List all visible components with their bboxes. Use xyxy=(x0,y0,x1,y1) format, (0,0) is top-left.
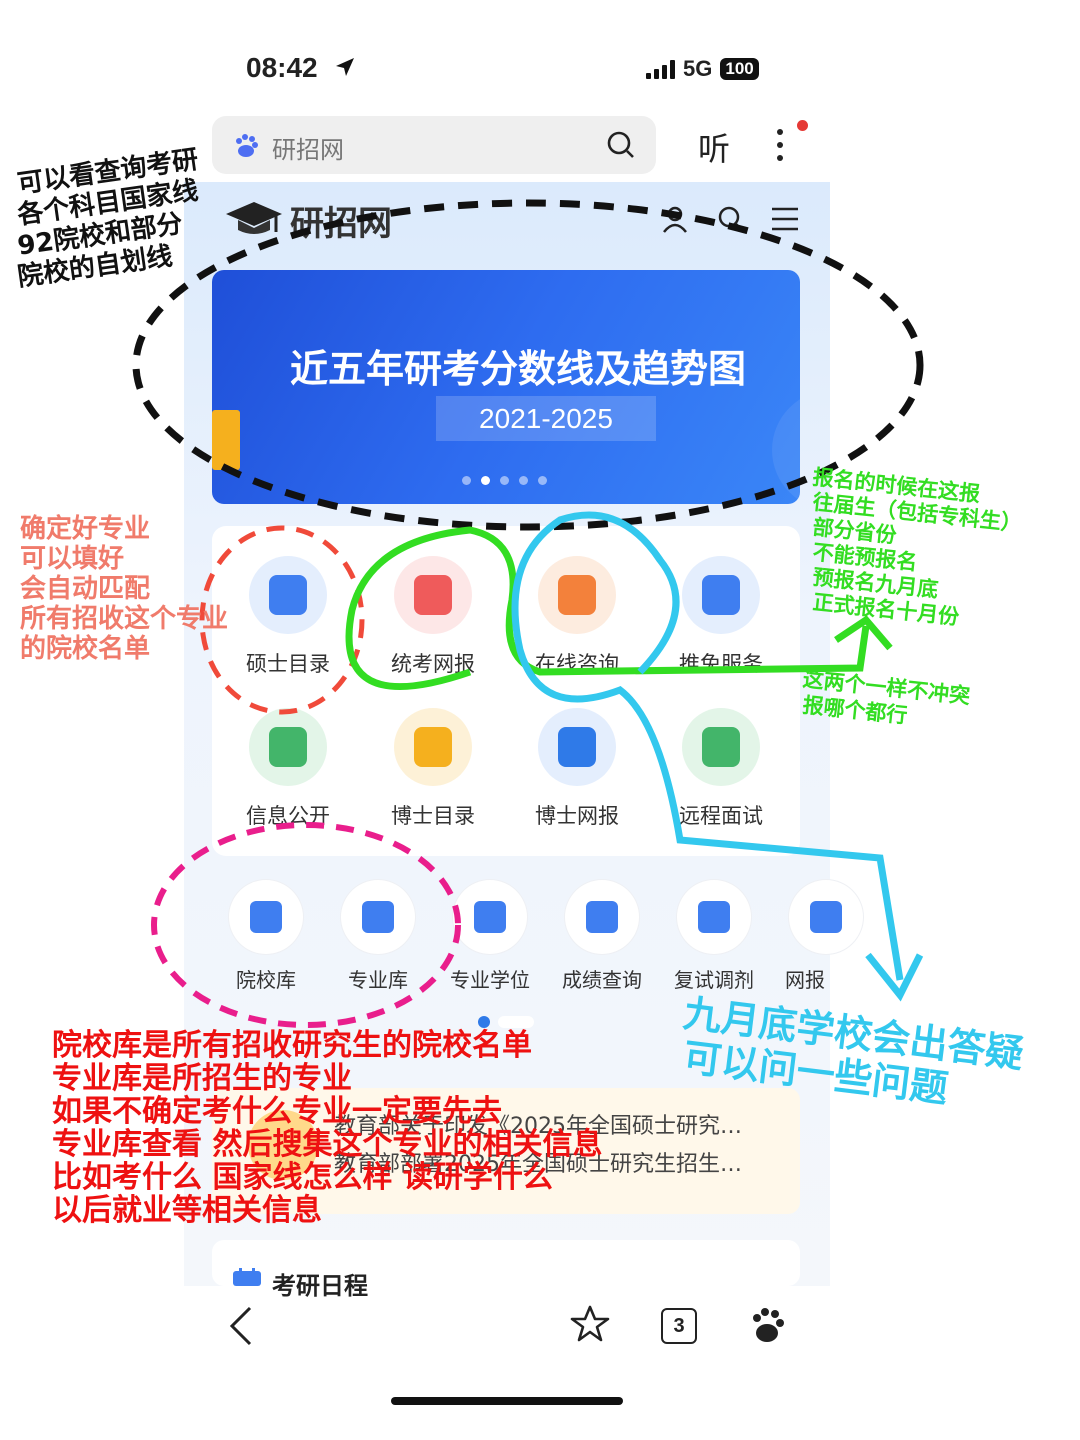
annotation-salmon-line: 会自动匹配 xyxy=(20,574,151,604)
black-dashed-ellipse xyxy=(132,199,924,531)
annotation-red-line: 以后就业等相关信息 xyxy=(52,1193,322,1228)
annotation-red-line: 比如考什么 国家线怎么样 读研学什么 xyxy=(52,1160,553,1195)
annotation-salmon-line: 确定好专业 xyxy=(20,514,151,544)
magenta-dashed-ellipse xyxy=(151,822,461,1028)
annotation-salmon-line: 的院校名单 xyxy=(20,634,151,664)
annotation-salmon-line: 可以填好 xyxy=(20,544,125,574)
annotation-red-line: 如果不确定考什么专业一定要先去 xyxy=(52,1094,502,1129)
annotation-red-line: 院校库是所有招收研究生的院校名单 xyxy=(52,1028,532,1063)
annotation-red-line: 专业库是所招生的专业 xyxy=(52,1061,352,1096)
annotation-salmon-line: 所有招收这个专业 xyxy=(20,604,229,634)
green-loop-arrow xyxy=(345,526,870,690)
annotation-red-line: 专业库查看 然后搜集这个专业的相关信息 xyxy=(52,1127,603,1162)
